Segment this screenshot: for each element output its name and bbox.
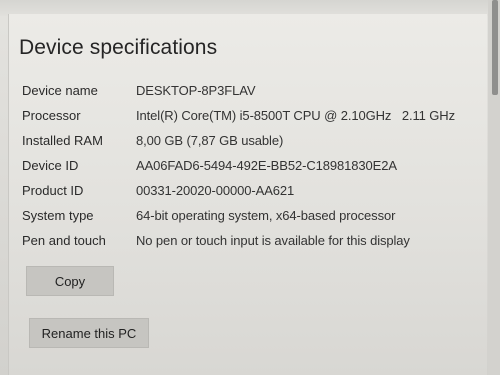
spec-label: Installed RAM xyxy=(22,133,103,148)
spec-label: Pen and touch xyxy=(22,233,106,248)
spec-row-product-id: Product ID 00331-20020-00000-AA621 xyxy=(22,178,482,203)
spec-value: DESKTOP-8P3FLAV xyxy=(136,83,256,98)
spec-label: Device name xyxy=(22,83,98,98)
spec-row-processor: Processor Intel(R) Core(TM) i5-8500T CPU… xyxy=(22,103,482,128)
spec-value: Intel(R) Core(TM) i5-8500T CPU @ 2.10GHz… xyxy=(136,108,455,123)
spec-row-pen-and-touch: Pen and touch No pen or touch input is a… xyxy=(22,228,482,253)
spec-row-system-type: System type 64-bit operating system, x64… xyxy=(22,203,482,228)
specifications-list: Device name DESKTOP-8P3FLAV Processor In… xyxy=(22,78,482,253)
spec-label: Device ID xyxy=(22,158,79,173)
vertical-scrollbar[interactable] xyxy=(488,0,500,375)
spec-value: AA06FAD6-5494-492E-BB52-C18981830E2A xyxy=(136,158,397,173)
spec-row-device-id: Device ID AA06FAD6-5494-492E-BB52-C18981… xyxy=(22,153,482,178)
spec-row-device-name: Device name DESKTOP-8P3FLAV xyxy=(22,78,482,103)
section-title: Device specifications xyxy=(19,36,218,59)
spec-label: Processor xyxy=(22,108,81,123)
spec-value: 64-bit operating system, x64-based proce… xyxy=(136,208,396,223)
spec-label: System type xyxy=(22,208,94,223)
spec-label: Product ID xyxy=(22,183,84,198)
rename-this-pc-button[interactable]: Rename this PC xyxy=(29,318,149,348)
settings-screen: Device specifications Device name DESKTO… xyxy=(0,0,500,375)
spec-row-installed-ram: Installed RAM 8,00 GB (7,87 GB usable) xyxy=(22,128,482,153)
spec-value: 00331-20020-00000-AA621 xyxy=(136,183,295,198)
spec-value: 8,00 GB (7,87 GB usable) xyxy=(136,133,284,148)
scrollbar-thumb[interactable] xyxy=(492,0,498,95)
spec-value: No pen or touch input is available for t… xyxy=(136,233,410,248)
copy-button[interactable]: Copy xyxy=(26,266,114,296)
